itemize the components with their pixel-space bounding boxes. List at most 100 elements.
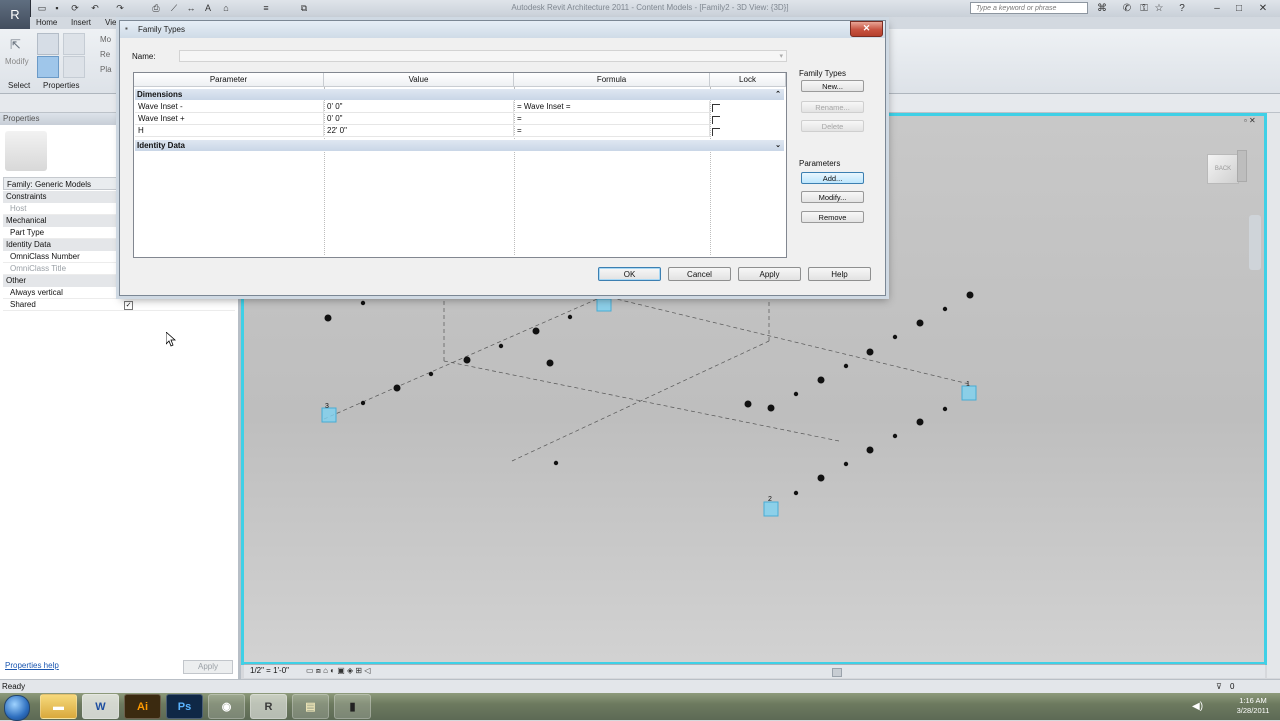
point-label-2: 2: [768, 496, 772, 503]
name-dropdown[interactable]: ▾: [179, 50, 787, 62]
family-types-icon[interactable]: [63, 33, 85, 55]
sync-icon[interactable]: ⟳: [69, 3, 81, 14]
modify-parameter-button[interactable]: Modify...: [801, 191, 864, 203]
column-formula[interactable]: Formula: [514, 73, 710, 87]
column-parameter[interactable]: Parameter: [134, 73, 324, 87]
help-icon[interactable]: ?: [1175, 2, 1189, 15]
prop-shared: Shared ✓: [3, 299, 235, 311]
collapse-icon[interactable]: ⌄: [775, 140, 781, 151]
tab-view[interactable]: Vie: [105, 17, 116, 29]
lock-checkbox[interactable]: [712, 128, 720, 136]
properties-apply-button[interactable]: Apply: [183, 660, 233, 674]
open-icon[interactable]: ▭: [36, 3, 48, 14]
type-properties-icon[interactable]: [37, 33, 59, 55]
properties-help-link[interactable]: Properties help: [5, 661, 59, 670]
chevron-down-icon[interactable]: ▾: [779, 51, 783, 63]
filter-icon[interactable]: ⊽: [1216, 680, 1222, 694]
ok-button[interactable]: OK: [598, 267, 661, 281]
viewcube-icon[interactable]: BACK: [1207, 148, 1247, 188]
window-title-bar: Autodesk Revit Architecture 2011 - Conte…: [0, 0, 1280, 18]
new-type-button[interactable]: New...: [801, 80, 864, 92]
family-types-group-label: Family Types: [799, 69, 846, 78]
chrome-icon[interactable]: ◉: [208, 694, 245, 719]
group-dimensions-label: Dimensions: [137, 90, 183, 99]
view-control-bar: 1/2" = 1'-0" ▭ ⧈ ⌂ ◐ ▣ ◈ ⊞ ◁: [244, 664, 1265, 678]
collapse-icon[interactable]: ⌃: [775, 89, 781, 100]
apply-button[interactable]: Apply: [738, 267, 801, 281]
switch-windows-icon[interactable]: ⧉: [298, 3, 310, 14]
navigation-bar[interactable]: [1249, 215, 1261, 270]
group-dimensions[interactable]: Dimensions ⌃: [135, 89, 784, 100]
view-scale[interactable]: 1/2" = 1'-0": [250, 665, 289, 677]
folder-icon[interactable]: ▬: [40, 694, 77, 719]
param-value[interactable]: 0' 0": [324, 101, 514, 113]
family-category-icon[interactable]: [63, 56, 85, 78]
modify-button-label[interactable]: Modify: [5, 57, 29, 66]
ribbon-small-label-3[interactable]: Pla: [100, 65, 112, 74]
print-icon[interactable]: ⎙: [150, 3, 162, 14]
subscription-icon[interactable]: ⚿: [1137, 2, 1151, 15]
lock-checkbox[interactable]: [712, 116, 720, 124]
mouse-cursor-icon: [166, 332, 176, 347]
text-icon[interactable]: A: [202, 3, 214, 14]
explorer-icon[interactable]: ▤: [292, 694, 329, 719]
system-clock[interactable]: 1:16 AM 3/28/2011: [1228, 696, 1278, 716]
modify-cursor-icon[interactable]: ⇱: [10, 37, 24, 53]
remove-parameter-button[interactable]: Remove: [801, 211, 864, 223]
3d-view-icon[interactable]: ⌂: [220, 3, 232, 14]
help-button[interactable]: Help: [808, 267, 871, 281]
param-name[interactable]: H: [135, 125, 324, 137]
param-formula[interactable]: =: [514, 125, 710, 137]
word-icon[interactable]: W: [82, 694, 119, 719]
save-icon[interactable]: ▪: [51, 3, 63, 14]
shared-checkbox[interactable]: ✓: [124, 301, 133, 310]
cancel-button[interactable]: Cancel: [668, 267, 731, 281]
param-formula[interactable]: = Wave Inset =: [514, 101, 710, 113]
param-value[interactable]: 0' 0": [324, 113, 514, 125]
detail-level-icon[interactable]: ▭ ⧈ ⌂ ◐ ▣ ◈ ⊞ ◁: [306, 665, 370, 677]
illustrator-icon[interactable]: Ai: [124, 694, 161, 719]
add-parameter-button[interactable]: Add...: [801, 172, 864, 184]
start-button[interactable]: [4, 695, 30, 721]
rename-type-button[interactable]: Rename...: [801, 101, 864, 113]
volume-icon[interactable]: ◀): [1192, 701, 1203, 712]
tab-insert[interactable]: Insert: [71, 17, 91, 29]
ribbon-small-label-2[interactable]: Re: [100, 50, 110, 59]
select-panel-label[interactable]: Select: [8, 81, 30, 90]
minimize-icon[interactable]: –: [1210, 2, 1224, 15]
right-scrollbar[interactable]: [1267, 113, 1280, 678]
close-window-icon[interactable]: ✕: [1256, 2, 1270, 15]
ribbon-small-label-1[interactable]: Mo: [100, 35, 111, 44]
revit-icon[interactable]: R: [250, 694, 287, 719]
redo-icon[interactable]: ↷: [114, 3, 126, 14]
search-input[interactable]: Type a keyword or phrase: [970, 2, 1088, 14]
binoculars-icon[interactable]: ⌘: [1095, 2, 1109, 15]
viewcube-face[interactable]: BACK: [1207, 154, 1239, 184]
dialog-title-bar[interactable]: ▪ Family Types ✕: [120, 21, 885, 38]
column-lock[interactable]: Lock: [710, 73, 786, 87]
param-value[interactable]: 22' 0": [324, 125, 514, 137]
dimension-icon[interactable]: ↔: [185, 3, 197, 14]
lock-checkbox[interactable]: [712, 104, 720, 112]
clock-time: 1:16 AM: [1239, 696, 1267, 705]
section-icon[interactable]: ≡: [260, 3, 272, 14]
properties-icon[interactable]: [37, 56, 59, 78]
undo-icon[interactable]: ↶: [89, 3, 101, 14]
group-identity-data[interactable]: Identity Data ⌄: [135, 140, 784, 151]
tab-home[interactable]: Home: [36, 17, 57, 29]
param-name[interactable]: Wave Inset -: [135, 101, 324, 113]
viewport-restore-icon[interactable]: ▫ ✕: [1244, 116, 1256, 125]
delete-type-button[interactable]: Delete: [801, 120, 864, 132]
horizontal-scroll-thumb[interactable]: [832, 668, 842, 677]
column-value[interactable]: Value: [324, 73, 514, 87]
param-formula[interactable]: =: [514, 113, 710, 125]
dialog-close-button[interactable]: ✕: [850, 21, 883, 37]
maximize-icon[interactable]: □: [1232, 2, 1246, 15]
photoshop-icon[interactable]: Ps: [166, 694, 203, 719]
favorites-icon[interactable]: ☆: [1152, 2, 1166, 15]
viewcube-side[interactable]: [1237, 150, 1247, 182]
param-name[interactable]: Wave Inset +: [135, 113, 324, 125]
communication-icon[interactable]: ✆: [1120, 2, 1134, 15]
measure-icon[interactable]: ⟋: [168, 3, 180, 14]
tool-icon[interactable]: ▮: [334, 694, 371, 719]
